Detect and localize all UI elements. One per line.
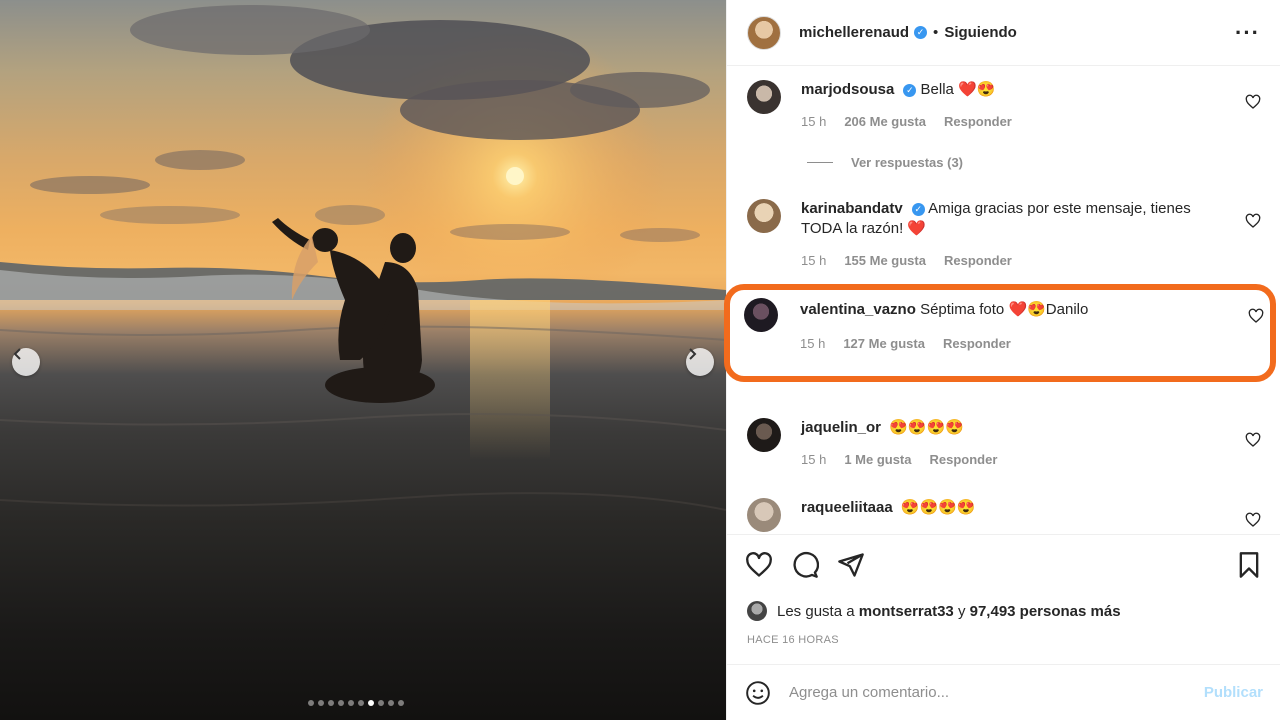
comment-likes[interactable]: 1 Me gusta <box>844 452 911 467</box>
reply-button[interactable]: Responder <box>944 253 1012 268</box>
commenter-username[interactable]: raqueeliitaaa <box>801 499 893 516</box>
post-timestamp[interactable]: HACE 16 HORAS <box>747 634 839 646</box>
commenter-avatar[interactable] <box>747 498 781 532</box>
reply-button[interactable]: Responder <box>943 336 1011 351</box>
next-slide-button[interactable] <box>686 348 714 376</box>
post-actions: Les gusta a montserrat33 y 97,493 person… <box>727 534 1280 664</box>
like-comment-heart-icon[interactable] <box>1245 432 1261 448</box>
like-heart-icon[interactable] <box>745 551 773 579</box>
add-comment-bar: Publicar <box>727 664 1280 720</box>
comment-item: marjodsousa ✓ Bella ❤️😍 15 h 206 Me gusta… <box>747 80 1267 129</box>
comment-item: jaquelin_or 😍😍😍😍 15 h 1 Me gusta Respond… <box>747 418 1267 467</box>
emoji-icon[interactable] <box>745 680 771 706</box>
commenter-username[interactable]: jaquelin_or <box>801 419 881 436</box>
carousel-dot <box>398 700 404 706</box>
commenter-avatar[interactable] <box>744 298 778 332</box>
author-username[interactable]: michellerenaud <box>799 24 909 41</box>
carousel-dot <box>368 700 374 706</box>
likes-prefix: Les gusta a <box>777 602 855 620</box>
carousel-dot <box>308 700 314 706</box>
comment-time[interactable]: 15 h <box>801 114 826 129</box>
reply-button[interactable]: Responder <box>944 114 1012 129</box>
carousel-dot <box>358 700 364 706</box>
reply-button[interactable]: Responder <box>930 452 998 467</box>
commenter-avatar[interactable] <box>747 80 781 114</box>
highlighted-comment: valentina_vazno Séptima foto ❤️😍Danilo 1… <box>724 284 1276 382</box>
following-button[interactable]: Siguiendo <box>944 24 1017 41</box>
comment-text: Séptima foto ❤️😍Danilo <box>920 301 1089 318</box>
comment-input[interactable] <box>789 684 1204 701</box>
commenter-username[interactable]: marjodsousa <box>801 81 894 98</box>
replies-divider <box>807 162 833 163</box>
carousel-dot <box>328 700 334 706</box>
comment-item: raqueeliitaaa 😍😍😍😍 <box>747 498 1267 532</box>
view-replies-button[interactable]: Ver respuestas (3) <box>807 155 963 170</box>
post-photo <box>0 0 726 720</box>
comment-likes[interactable]: 206 Me gusta <box>844 114 926 129</box>
verified-badge-icon: ✓ <box>911 203 925 216</box>
commenter-avatar[interactable] <box>747 199 781 233</box>
comment-text: Bella ❤️😍 <box>920 81 996 98</box>
view-replies-label: Ver respuestas (3) <box>851 155 964 170</box>
more-horizontal-icon[interactable]: ··· <box>1235 21 1260 43</box>
likes-count[interactable]: 97,493 personas más <box>970 603 1121 620</box>
carousel-dot <box>338 700 344 706</box>
previous-slide-button[interactable] <box>12 348 40 376</box>
like-comment-heart-icon[interactable] <box>1245 512 1261 528</box>
publish-button[interactable]: Publicar <box>1204 684 1263 701</box>
verified-badge-icon: ✓ <box>903 84 917 97</box>
liker-username[interactable]: montserrat33 <box>859 603 954 620</box>
author-avatar[interactable] <box>747 15 781 50</box>
carousel-indicator <box>308 700 404 706</box>
carousel-dot <box>318 700 324 706</box>
carousel-dot <box>388 700 394 706</box>
comment-item: karinabandatv ✓ Amiga gracias por este me… <box>747 199 1267 268</box>
chevron-right-icon <box>689 348 697 360</box>
verified-badge-icon: ✓ <box>914 26 928 39</box>
share-paper-plane-icon[interactable] <box>837 551 865 579</box>
comment-time[interactable]: 15 h <box>801 253 826 268</box>
comment-likes[interactable]: 155 Me gusta <box>844 253 926 268</box>
comment-likes[interactable]: 127 Me gusta <box>843 336 925 351</box>
liker-avatar[interactable] <box>747 601 767 621</box>
commenter-avatar[interactable] <box>747 418 781 452</box>
comment-time[interactable]: 15 h <box>801 452 826 467</box>
likes-connector: y <box>957 602 966 620</box>
separator-dot: • <box>933 24 939 41</box>
carousel-dot <box>348 700 354 706</box>
comment-time[interactable]: 15 h <box>800 336 825 351</box>
comment-text: 😍😍😍😍 <box>889 419 964 436</box>
comment-text: 😍😍😍😍 <box>900 499 976 516</box>
commenter-username[interactable]: valentina_vazno <box>800 301 916 318</box>
post-header: michellerenaud ✓ • Siguiendo ··· <box>727 0 1280 66</box>
sunset-beach-photo <box>0 0 726 511</box>
commenter-username[interactable]: karinabandatv <box>801 200 903 217</box>
comment-bubble-icon[interactable] <box>791 551 819 579</box>
carousel-dot <box>378 700 384 706</box>
like-comment-heart-icon[interactable] <box>1245 94 1261 110</box>
likes-summary: Les gusta a montserrat33 y 97,493 person… <box>747 601 1121 621</box>
save-bookmark-icon[interactable] <box>1235 551 1263 579</box>
like-comment-heart-icon[interactable] <box>1245 213 1261 229</box>
like-comment-heart-icon[interactable] <box>1248 308 1264 324</box>
chevron-left-icon <box>13 348 21 360</box>
